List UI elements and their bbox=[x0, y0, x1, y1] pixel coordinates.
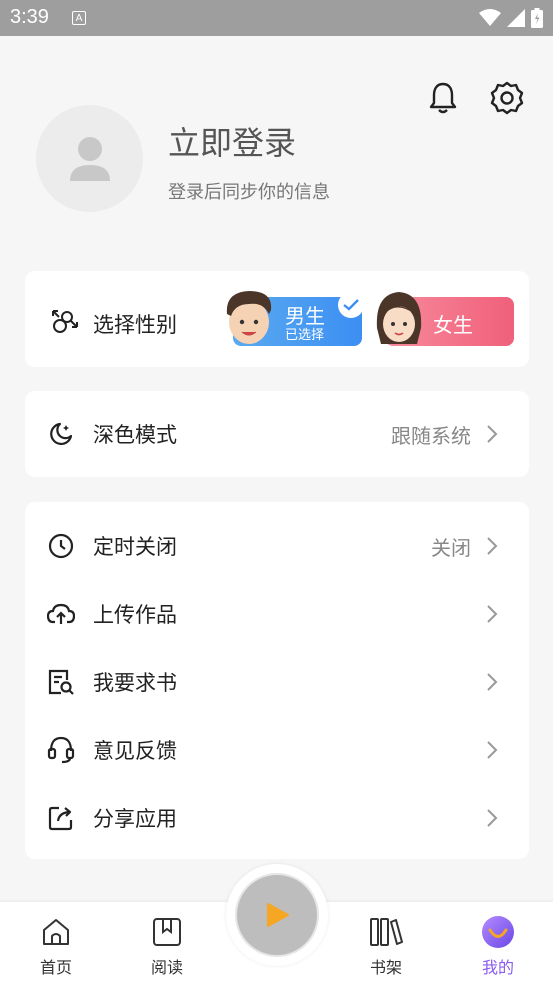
system-icons bbox=[479, 8, 543, 28]
chevron-right-icon bbox=[487, 605, 498, 623]
menu-item-label: 定时关闭 bbox=[93, 535, 177, 559]
gear-icon[interactable] bbox=[489, 80, 525, 116]
menu-item-upload[interactable]: 上传作品 bbox=[25, 580, 529, 648]
selected-check-icon bbox=[338, 292, 364, 318]
home-icon bbox=[26, 914, 86, 950]
menu-item-label: 我要求书 bbox=[93, 671, 177, 695]
book-search-icon bbox=[47, 668, 75, 696]
avatar[interactable] bbox=[36, 105, 143, 212]
chevron-right-icon bbox=[487, 809, 498, 827]
menu-item-share[interactable]: 分享应用 bbox=[25, 784, 529, 852]
chevron-right-icon bbox=[487, 741, 498, 759]
book-icon bbox=[137, 914, 197, 950]
clock-icon bbox=[47, 532, 75, 560]
dark-mode-card[interactable]: 深色模式 跟随系统 bbox=[25, 391, 529, 477]
chevron-right-icon bbox=[487, 673, 498, 691]
login-title[interactable]: 立即登录 bbox=[168, 118, 296, 164]
menu-list-card: 定时关闭 关闭 上传作品 我要求书 意见反馈 分享应用 bbox=[25, 502, 529, 859]
nav-label: 阅读 bbox=[150, 958, 183, 977]
female-title: 女生 bbox=[433, 313, 473, 337]
upload-cloud-icon bbox=[47, 600, 75, 628]
boy-face-icon bbox=[226, 291, 272, 344]
battery-icon bbox=[531, 8, 543, 28]
menu-item-request-book[interactable]: 我要求书 bbox=[25, 648, 529, 716]
menu-item-label: 分享应用 bbox=[93, 807, 177, 831]
gender-label: 选择性别 bbox=[93, 313, 177, 337]
chevron-right-icon bbox=[487, 537, 498, 555]
player-button-wrap bbox=[226, 864, 328, 966]
menu-item-value: 关闭 bbox=[431, 535, 471, 560]
a-notification-icon: A bbox=[72, 11, 86, 25]
user-placeholder-icon bbox=[70, 137, 110, 181]
header-actions bbox=[425, 80, 525, 116]
login-subtitle: 登录后同步你的信息 bbox=[168, 182, 330, 203]
male-status: 已选择 bbox=[285, 328, 325, 343]
share-icon bbox=[47, 804, 75, 832]
status-time: 3:39 bbox=[10, 6, 49, 28]
moon-icon bbox=[47, 420, 75, 448]
nav-read[interactable]: 阅读 bbox=[137, 914, 197, 978]
nav-profile[interactable]: 我的 bbox=[468, 914, 528, 978]
signal-icon bbox=[507, 9, 525, 27]
nav-home[interactable]: 首页 bbox=[26, 914, 86, 978]
bell-icon[interactable] bbox=[425, 80, 461, 116]
bookshelf-icon bbox=[356, 914, 416, 950]
menu-item-timer[interactable]: 定时关闭 关闭 bbox=[25, 512, 529, 580]
nav-label: 首页 bbox=[39, 958, 72, 977]
dark-mode-label: 深色模式 bbox=[93, 423, 177, 447]
menu-item-label: 意见反馈 bbox=[93, 739, 177, 763]
gender-card: 选择性别 男生 已选择 女生 bbox=[25, 271, 529, 367]
status-bar: 3:39 A bbox=[0, 0, 553, 36]
menu-item-label: 上传作品 bbox=[93, 603, 177, 627]
play-icon bbox=[267, 903, 289, 927]
dark-mode-value: 跟随系统 bbox=[391, 423, 471, 448]
headset-icon bbox=[47, 736, 75, 764]
nav-label: 我的 bbox=[481, 958, 514, 977]
girl-face-icon bbox=[376, 292, 422, 344]
play-button[interactable] bbox=[235, 873, 319, 957]
dark-mode-row[interactable]: 深色模式 跟随系统 bbox=[25, 400, 529, 468]
gender-icon bbox=[52, 310, 78, 333]
menu-item-feedback[interactable]: 意见反馈 bbox=[25, 716, 529, 784]
wifi-icon bbox=[479, 9, 501, 26]
chevron-right-icon bbox=[487, 425, 498, 443]
profile-icon bbox=[468, 914, 528, 950]
nav-label: 书架 bbox=[369, 958, 402, 977]
nav-bookshelf[interactable]: 书架 bbox=[356, 914, 416, 978]
